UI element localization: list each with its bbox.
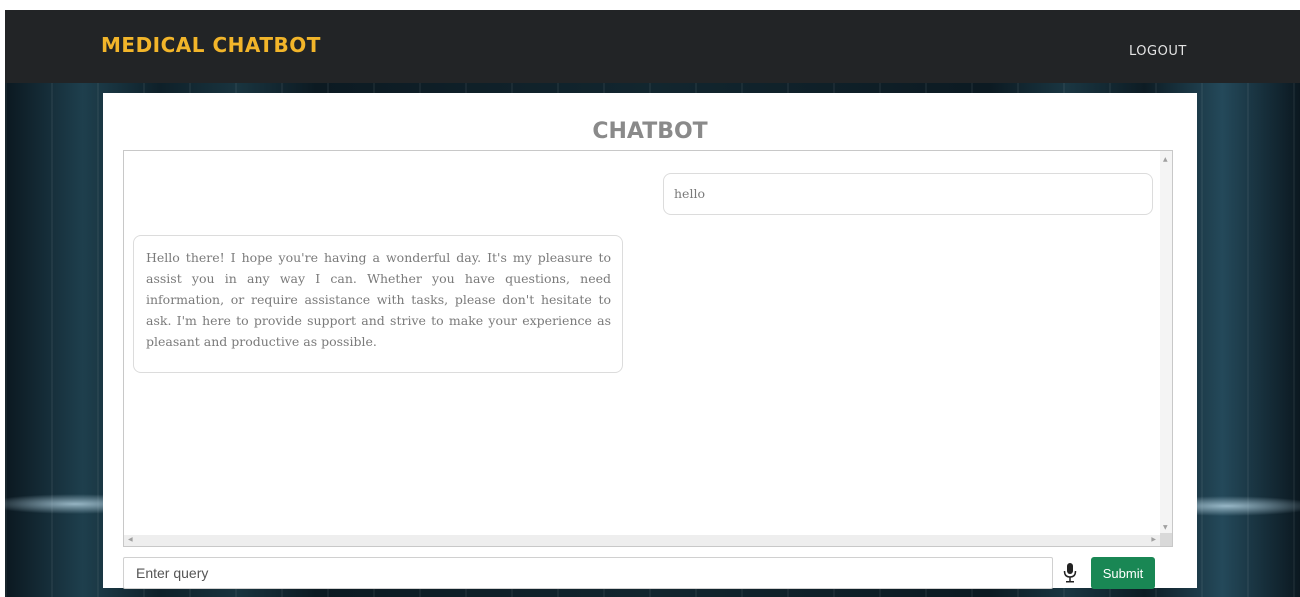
brand-logo[interactable]: MEDICAL CHATBOT (101, 33, 321, 57)
logout-link[interactable]: LOGOUT (1129, 44, 1187, 59)
scroll-down-icon[interactable]: ▼ (1163, 525, 1168, 531)
scroll-up-icon[interactable]: ▲ (1163, 157, 1168, 163)
user-message: hello (663, 173, 1153, 215)
query-form: Submit (123, 557, 1183, 589)
page-title: CHATBOT (592, 119, 708, 144)
submit-button[interactable]: Submit (1091, 557, 1155, 589)
scroll-right-icon[interactable]: ▶ (1151, 537, 1156, 543)
chat-card: CHATBOT hello Hello there! I hope you're… (103, 93, 1197, 589)
chat-log[interactable]: hello Hello there! I hope you're having … (123, 150, 1173, 547)
vertical-scrollbar[interactable]: ▲ ▼ (1160, 151, 1172, 535)
scroll-left-icon[interactable]: ◀ (128, 537, 133, 543)
query-input[interactable] (123, 557, 1053, 589)
navbar: MEDICAL CHATBOT LOGOUT (5, 10, 1300, 83)
bot-message: Hello there! I hope you're having a wond… (133, 235, 623, 373)
scrollbar-corner (1160, 533, 1172, 546)
page-background: MEDICAL CHATBOT LOGOUT CHATBOT hello Hel… (5, 10, 1300, 597)
horizontal-scrollbar[interactable]: ◀ ▶ (124, 535, 1160, 546)
microphone-icon[interactable] (1063, 563, 1077, 583)
